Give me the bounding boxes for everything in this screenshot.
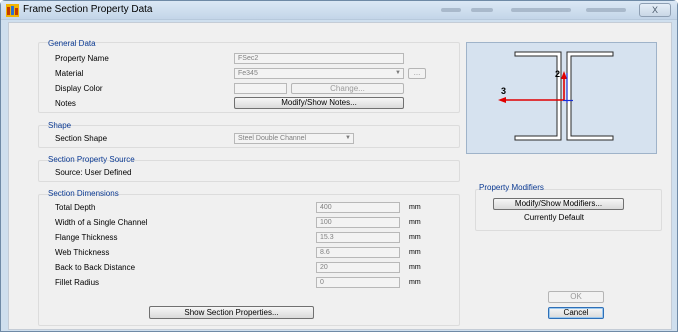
property-name-value: FSec2 (238, 55, 259, 62)
channel-width-unit: mm (409, 219, 421, 226)
back-to-back-input[interactable]: 20 (316, 262, 400, 273)
left-channel-shape (514, 51, 562, 141)
total-depth-unit: mm (409, 204, 421, 211)
modify-show-modifiers-label: Modify/Show Modifiers... (514, 199, 603, 208)
property-modifiers-group (475, 189, 662, 231)
material-more-label: ... (413, 68, 421, 77)
channel-width-value: 100 (320, 219, 332, 226)
change-color-button[interactable]: Change... (291, 83, 404, 94)
section-shape-label: Section Shape (55, 134, 108, 143)
material-more-button[interactable]: ... (408, 68, 426, 79)
total-depth-label: Total Depth (55, 203, 96, 212)
notes-label: Notes (55, 99, 76, 108)
web-thickness-label: Web Thickness (55, 248, 110, 257)
material-label: Material (55, 69, 84, 78)
flange-thickness-input[interactable]: 15.3 (316, 232, 400, 243)
fillet-radius-value: 0 (320, 279, 324, 286)
back-to-back-label: Back to Back Distance (55, 263, 136, 272)
material-value: Fe345 (238, 70, 258, 77)
channel-width-label: Width of a Single Channel (55, 218, 148, 227)
section-shape-select[interactable]: Steel Double Channel ▼ (234, 133, 354, 144)
channel-width-input[interactable]: 100 (316, 217, 400, 228)
shape-title: Shape (48, 121, 72, 130)
flange-thickness-label: Flange Thickness (55, 233, 118, 242)
right-channel-shape (566, 51, 614, 141)
title-bar[interactable]: Frame Section Property Data X (1, 1, 677, 20)
ok-button[interactable]: OK (548, 291, 604, 303)
property-name-input[interactable]: FSec2 (234, 53, 404, 64)
web-thickness-input[interactable]: 8.6 (316, 247, 400, 258)
dialog-client-area: General Data Property Name FSec2 Materia… (8, 22, 672, 330)
axis-3-arrowhead (498, 97, 506, 103)
show-section-properties-label: Show Section Properties... (184, 308, 279, 317)
ok-label: OK (570, 292, 582, 301)
window-title: Frame Section Property Data (23, 4, 153, 15)
change-color-label: Change... (330, 84, 365, 93)
section-shape-value: Steel Double Channel (238, 135, 307, 142)
section-property-source-title: Section Property Source (48, 155, 135, 164)
web-thickness-unit: mm (409, 249, 421, 256)
axis-2-arrowhead (561, 71, 567, 79)
fillet-radius-unit: mm (409, 279, 421, 286)
section-property-source-text: Source: User Defined (55, 168, 132, 177)
cancel-label: Cancel (563, 308, 589, 317)
title-blur-2 (471, 8, 493, 12)
dialog-window: Frame Section Property Data X General Da… (0, 0, 678, 332)
axis-2-label: 2 (555, 69, 560, 79)
cancel-button[interactable]: Cancel (548, 307, 604, 319)
property-name-label: Property Name (55, 54, 109, 63)
section-dimensions-title: Section Dimensions (48, 189, 119, 198)
title-blur-1 (441, 8, 461, 12)
back-to-back-unit: mm (409, 264, 421, 271)
modify-show-notes-label: Modify/Show Notes... (281, 98, 357, 107)
etabs-app-icon (6, 4, 19, 17)
property-modifiers-title: Property Modifiers (479, 183, 544, 192)
modify-show-modifiers-button[interactable]: Modify/Show Modifiers... (493, 198, 624, 210)
total-depth-value: 400 (320, 204, 332, 211)
chevron-down-icon: ▼ (395, 70, 401, 76)
title-blur-4 (586, 8, 626, 12)
fillet-radius-input[interactable]: 0 (316, 277, 400, 288)
modifiers-status-text: Currently Default (524, 213, 585, 222)
web-thickness-value: 8.6 (320, 249, 330, 256)
total-depth-input[interactable]: 400 (316, 202, 400, 213)
show-section-properties-button[interactable]: Show Section Properties... (149, 306, 314, 319)
display-color-swatch[interactable] (234, 83, 287, 94)
display-color-label: Display Color (55, 84, 103, 93)
close-icon: X (651, 5, 658, 15)
fillet-radius-label: Fillet Radius (55, 278, 100, 287)
close-button[interactable]: X (639, 3, 671, 17)
axis-3-label: 3 (501, 86, 506, 96)
modify-show-notes-button[interactable]: Modify/Show Notes... (234, 97, 404, 109)
chevron-down-icon: ▼ (345, 135, 351, 141)
back-to-back-value: 20 (320, 264, 328, 271)
double-channel-section-drawing: 2 3 (498, 51, 614, 141)
title-blur-3 (511, 8, 571, 12)
flange-thickness-unit: mm (409, 234, 421, 241)
flange-thickness-value: 15.3 (320, 234, 334, 241)
section-preview: 2 3 (466, 42, 657, 154)
material-select[interactable]: Fe345 ▼ (234, 68, 404, 79)
general-data-title: General Data (48, 39, 96, 48)
